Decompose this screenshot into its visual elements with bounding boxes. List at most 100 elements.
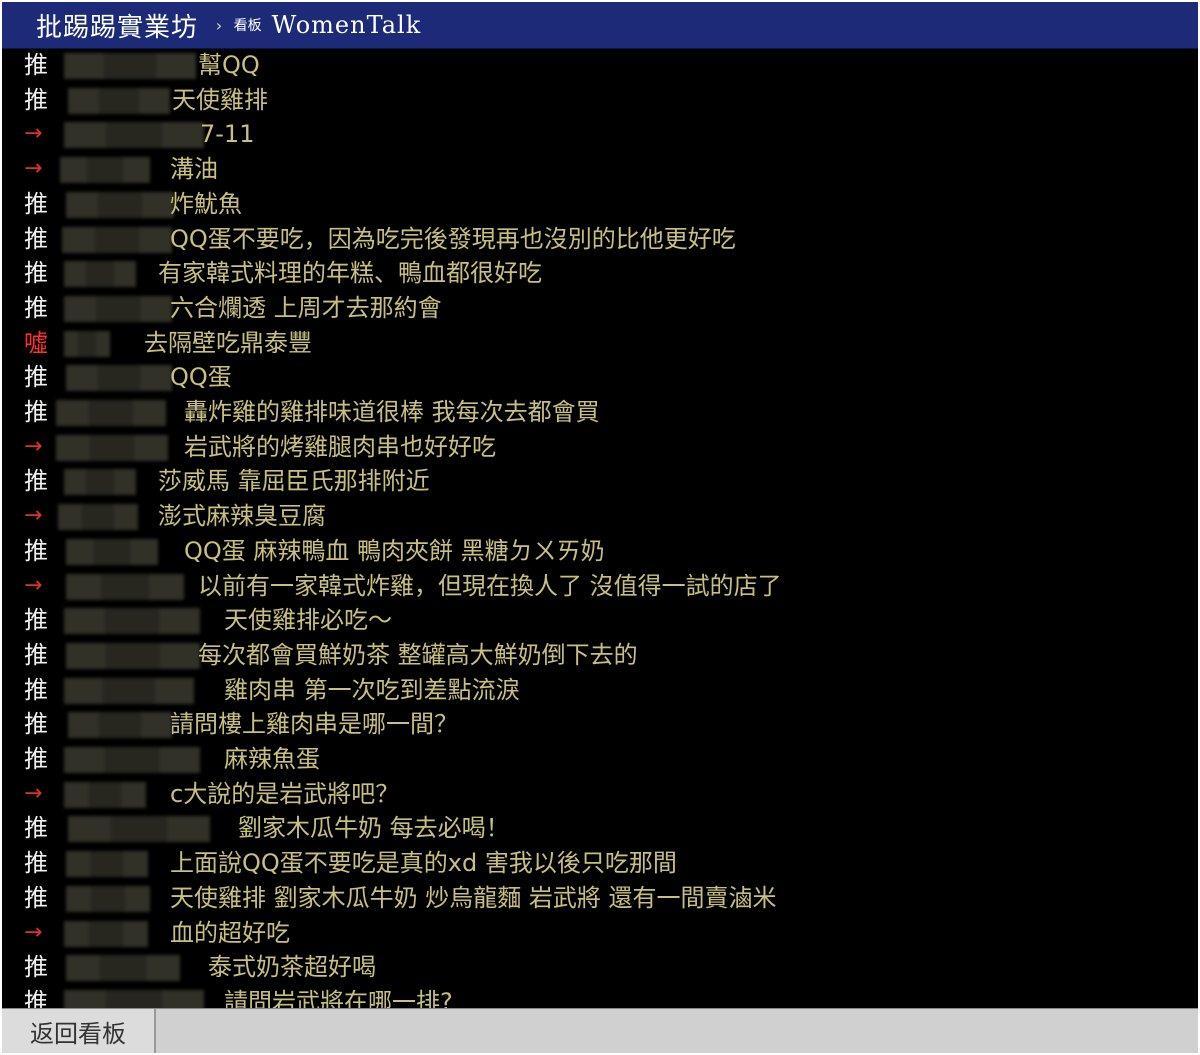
comment-text: 血的超好吃 [170, 918, 290, 947]
comment-text: 每次都會買鮮奶茶 整罐高大鮮奶倒下去的 [198, 640, 638, 669]
comment-text: 幫QQ [198, 51, 260, 79]
redacted-user-id [64, 781, 146, 808]
board-prefix-label: 看板 [233, 18, 262, 34]
arrow-tag: → [24, 121, 43, 147]
redacted-user-id [68, 816, 210, 843]
redacted-user-id [64, 261, 136, 288]
comment-text: 六合爛透 上周才去那約會 [170, 293, 442, 322]
comment-row: 推 轟炸雞的雞排味道很棒 我每次去都會買 [2, 395, 1198, 430]
redacted-user-id [66, 573, 184, 600]
comment-row: 推 劉家木瓜牛奶 每去必喝！ [2, 811, 1198, 846]
comment-row: → 澎式麻辣臭豆腐 [2, 499, 1198, 534]
comment-row: 推 幫QQ [2, 48, 1198, 83]
comment-text: 劉家木瓜牛奶 每去必喝！ [238, 814, 510, 843]
push-tag: 推 [24, 710, 48, 739]
arrow-tag: → [24, 919, 43, 945]
comment-row: → 岩武將的烤雞腿肉串也好好吃 [2, 430, 1198, 465]
arrow-tag: → [24, 503, 43, 529]
comment-text: 去隔壁吃鼎泰豐 [144, 328, 312, 357]
comment-text: 請問樓上雞肉串是哪一間？ [170, 710, 458, 739]
arrow-tag: → [24, 572, 43, 598]
comment-row: 推 請問岩武將在哪一排? [2, 985, 1198, 1008]
comment-row: 推 天使雞排 劉家木瓜牛奶 炒烏龍麵 岩武將 還有一間賣滷米 [2, 881, 1198, 916]
redacted-user-id [64, 469, 136, 496]
comment-list: 推幫QQ 推天使雞排 → 7-11 → 溝油推炸魷魚推 QQ蛋不要吃，因為吃完後發現再也沒別… [2, 48, 1198, 1008]
comment-text: 天使雞排必吃～ [224, 606, 392, 635]
comment-row: → 7-11 [2, 117, 1198, 152]
push-tag: 推 [24, 849, 48, 878]
redacted-user-id [58, 504, 138, 531]
comment-text: 有家韓式料理的年糕、鴨血都很好吃 [158, 259, 542, 288]
redacted-user-id [64, 989, 204, 1008]
push-tag: 推 [24, 987, 48, 1008]
redacted-user-id [66, 538, 158, 565]
comment-row: → c大說的是岩武將吧？ [2, 777, 1198, 812]
redacted-user-id [66, 642, 200, 669]
comment-text: 泰式奶茶超好喝 [208, 953, 376, 982]
comment-row: 推 有家韓式料理的年糕、鴨血都很好吃 [2, 256, 1198, 291]
comment-row: 推 QQ蛋不要吃，因為吃完後發現再也沒別的比他更好吃 [2, 222, 1198, 257]
redacted-user-id [64, 608, 200, 635]
comment-row: 推 炸魷魚 [2, 187, 1198, 222]
push-tag: 推 [24, 814, 48, 843]
comment-text: 上面說QQ蛋不要吃是真的xd 害我以後只吃那間 [170, 849, 677, 878]
top-header-bar: 批踢踢實業坊 › 看板 WomenTalk [2, 2, 1198, 49]
push-tag: 推 [24, 606, 48, 635]
breadcrumb-separator-icon: › [214, 15, 224, 35]
comment-row: 推 QQ蛋 麻辣鴨血 鴨肉夾餅 黑糖ㄉㄨㄞ奶 [2, 534, 1198, 569]
comment-row: 噓 去隔壁吃鼎泰豐 [2, 326, 1198, 361]
redacted-user-id [56, 434, 168, 461]
redacted-user-id [64, 53, 196, 79]
push-tag: 推 [24, 51, 48, 79]
comment-text: QQ蛋 麻辣鴨血 鴨肉夾餅 黑糖ㄉㄨㄞ奶 [184, 536, 605, 565]
push-tag: 推 [24, 259, 48, 288]
comment-row: 推 六合爛透 上周才去那約會 [2, 291, 1198, 326]
comment-row: 推 泰式奶茶超好喝 [2, 950, 1198, 985]
push-tag: 推 [24, 85, 48, 114]
comment-text: 岩武將的烤雞腿肉串也好好吃 [184, 432, 496, 461]
push-tag: 推 [24, 883, 48, 912]
redacted-user-id [62, 226, 172, 253]
redacted-user-id [66, 191, 174, 218]
push-tag: 推 [24, 675, 48, 704]
redacted-user-id [64, 122, 204, 149]
redacted-user-id [64, 920, 148, 947]
comment-text: QQ蛋 [170, 363, 232, 392]
redacted-user-id [68, 87, 170, 114]
push-tag: 推 [24, 293, 48, 322]
redacted-user-id [66, 851, 148, 878]
comment-row: 推 請問樓上雞肉串是哪一間？ [2, 707, 1198, 742]
redacted-user-id [56, 400, 166, 426]
comment-text: 天使雞排 劉家木瓜牛奶 炒烏龍麵 岩武將 還有一間賣滷米 [170, 883, 777, 912]
push-tag: 推 [24, 189, 48, 218]
redacted-user-id [68, 712, 172, 739]
comment-row: 推 QQ蛋 [2, 360, 1198, 395]
redacted-user-id [64, 677, 194, 704]
comment-text: 澎式麻辣臭豆腐 [158, 502, 326, 531]
site-title[interactable]: 批踢踢實業坊 [36, 7, 198, 44]
comment-text: 雞肉串 第一次吃到差點流淚 [224, 675, 520, 704]
board-name-link[interactable]: WomenTalk [272, 11, 422, 39]
back-to-board-button[interactable]: 返回看板 [2, 1009, 156, 1053]
comment-row: → 溝油 [2, 152, 1198, 187]
comment-text: 麻辣魚蛋 [224, 745, 320, 773]
arrow-tag: → [24, 433, 43, 459]
push-tag: 推 [24, 536, 48, 565]
push-tag: 推 [24, 224, 48, 253]
bottom-action-bar: 返回看板 [2, 1008, 1198, 1053]
ptt-page: 批踢踢實業坊 › 看板 WomenTalk 推幫QQ 推天使雞排 → 7-11 → 溝油推… [0, 0, 1200, 1055]
comment-row: 推 天使雞排必吃～ [2, 603, 1198, 638]
comment-text: 請問岩武將在哪一排? [224, 987, 453, 1008]
redacted-user-id [60, 157, 150, 184]
comment-text: 炸魷魚 [170, 189, 242, 218]
comment-row: → 血的超好吃 [2, 916, 1198, 951]
comment-text: QQ蛋不要吃，因為吃完後發現再也沒別的比他更好吃 [170, 224, 736, 253]
push-tag: 推 [24, 745, 48, 773]
redacted-user-id [66, 955, 180, 982]
arrow-tag: → [24, 156, 43, 182]
comment-text: 以前有一家韓式炸雞，但現在換人了 沒值得一試的店了 [198, 571, 782, 600]
comment-text: 天使雞排 [172, 85, 268, 114]
comment-text: c大說的是岩武將吧？ [170, 779, 400, 808]
redacted-user-id [64, 747, 200, 773]
redacted-user-id [66, 885, 150, 912]
